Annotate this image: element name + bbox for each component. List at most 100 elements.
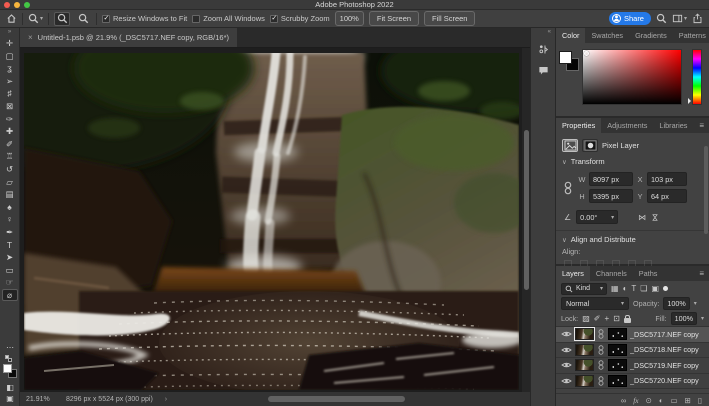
lock-all-icon[interactable] <box>624 318 631 323</box>
filter-pixel-layers-icon[interactable]: ▦ <box>611 285 619 293</box>
tab-paths[interactable]: Paths <box>633 266 664 281</box>
layer-mask-link-icon[interactable] <box>597 359 605 371</box>
layer-style-fx-icon[interactable]: fx <box>633 396 638 405</box>
document-tab[interactable]: × Untitled-1.psb @ 21.9% (_DSC5717.NEF c… <box>20 28 237 47</box>
eraser-tool[interactable]: ▱ <box>2 176 18 189</box>
x-field[interactable]: 103 px <box>647 172 687 186</box>
fit-screen-button[interactable]: Fit Screen <box>369 11 419 26</box>
dodge-tool[interactable]: ♀ <box>2 213 18 226</box>
layer-mask-link-icon[interactable] <box>597 328 605 340</box>
brush-tool[interactable]: ✐ <box>2 138 18 151</box>
filter-toggle-icon[interactable] <box>663 286 668 291</box>
zoom-tool-preset[interactable]: ▾ <box>28 13 43 24</box>
fill-field[interactable]: 100% <box>671 312 697 325</box>
layer-mask-thumbnail[interactable] <box>608 375 627 387</box>
collapse-caret-icon[interactable]: ∨ <box>562 158 567 166</box>
zoom-tool[interactable]: ⌀ <box>2 289 18 302</box>
layer-name[interactable]: _DSC5717.NEF copy <box>630 330 699 339</box>
tab-channels[interactable]: Channels <box>590 266 633 281</box>
zoom-all-windows-checkbox[interactable]: Zoom All Windows <box>192 14 265 23</box>
crop-tool[interactable]: ♯ <box>2 87 18 100</box>
lock-artboard-icon[interactable]: ⊡ <box>613 315 620 323</box>
layer-row[interactable]: _DSC5718.NEF copy <box>556 343 709 359</box>
opacity-field[interactable]: 100% <box>663 297 689 310</box>
zoom-level-field[interactable]: 100% <box>335 11 364 26</box>
chevron-down-icon[interactable]: ▾ <box>701 315 704 322</box>
new-layer-icon[interactable]: ⊞ <box>685 396 691 405</box>
lock-paint-icon[interactable]: ✐ <box>594 315 601 323</box>
adjustment-layer-icon[interactable]: ◐ <box>659 396 664 405</box>
eyedropper-tool[interactable]: ✑ <box>2 113 18 126</box>
panel-menu-icon[interactable]: ≡ <box>694 118 709 133</box>
pen-tool[interactable]: ✒ <box>2 226 18 239</box>
screen-mode-icon[interactable]: ▣ <box>0 393 20 404</box>
foreground-color-swatch[interactable] <box>559 51 572 64</box>
object-selection-tool[interactable]: ➢ <box>2 75 18 88</box>
checkbox-checked-icon[interactable] <box>270 15 278 23</box>
path-selection-tool[interactable]: ➤ <box>2 251 18 264</box>
layer-row[interactable]: _DSC5717.NEF copy <box>556 327 709 343</box>
quick-mask-icon[interactable]: ◧ <box>0 382 20 393</box>
healing-brush-tool[interactable]: ✚ <box>2 125 18 138</box>
zoom-in-button[interactable] <box>54 12 70 26</box>
layer-mask-thumbnail[interactable] <box>608 328 627 340</box>
blend-mode-dropdown[interactable]: Normal ▾ <box>561 297 629 310</box>
foreground-color-swatch[interactable] <box>3 364 12 373</box>
pixel-layer-icon[interactable] <box>562 139 578 152</box>
tab-close-icon[interactable]: × <box>28 33 33 42</box>
new-group-icon[interactable]: ▭ <box>670 396 677 405</box>
checkbox-checked-icon[interactable] <box>102 15 110 23</box>
type-tool[interactable]: T <box>2 239 18 252</box>
resize-windows-checkbox[interactable]: Resize Windows to Fit <box>102 14 187 23</box>
flip-vertical-icon[interactable]: ⋈ <box>651 213 660 221</box>
panel-menu-icon[interactable]: ≡ <box>694 266 709 281</box>
toolbar-expand-icon[interactable]: » <box>0 28 19 37</box>
layer-row[interactable]: _DSC5720.NEF copy <box>556 374 709 390</box>
tab-patterns[interactable]: Patterns <box>673 28 709 43</box>
layer-name[interactable]: _DSC5720.NEF copy <box>630 376 699 385</box>
tab-swatches[interactable]: Swatches <box>585 28 629 43</box>
search-icon[interactable] <box>656 13 667 24</box>
layer-name[interactable]: _DSC5718.NEF copy <box>630 345 699 354</box>
share-button[interactable]: Share <box>609 12 651 25</box>
tab-libraries[interactable]: Libraries <box>653 118 693 133</box>
rectangle-tool[interactable]: ▭ <box>2 264 18 277</box>
zoom-out-button[interactable] <box>75 12 91 26</box>
layer-name[interactable]: _DSC5719.NEF copy <box>630 361 699 370</box>
chevron-down-icon[interactable]: ▾ <box>694 300 697 307</box>
hue-slider[interactable] <box>692 49 702 105</box>
layer-thumbnail[interactable] <box>575 359 594 371</box>
horizontal-scrollbar-thumb[interactable] <box>268 396 405 402</box>
tab-adjustments[interactable]: Adjustments <box>601 118 653 133</box>
dock-collapse-icon[interactable]: « <box>531 28 555 36</box>
scrubby-zoom-checkbox[interactable]: Scrubby Zoom <box>270 14 330 23</box>
link-dimensions-icon[interactable] <box>562 181 574 195</box>
status-chevron-icon[interactable]: › <box>165 396 167 403</box>
layer-thumbnail[interactable] <box>575 344 594 356</box>
link-layers-icon[interactable]: ∞ <box>621 396 626 405</box>
lasso-tool[interactable]: ʓ <box>2 62 18 75</box>
height-field[interactable]: 5395 px <box>589 189 633 203</box>
lock-position-icon[interactable]: + <box>604 315 609 323</box>
clone-stamp-tool[interactable]: ♖ <box>2 150 18 163</box>
filter-shape-layers-icon[interactable]: ❏ <box>640 285 647 293</box>
layer-visibility-eye-icon[interactable] <box>560 346 572 354</box>
filter-smart-objects-icon[interactable]: ▣ <box>651 285 659 293</box>
layer-visibility-eye-icon[interactable] <box>560 361 572 369</box>
edit-toolbar-icon[interactable]: ⋯ <box>0 343 20 353</box>
status-zoom-field[interactable]: 21.91% <box>26 396 58 403</box>
fill-screen-button[interactable]: Fill Screen <box>424 11 475 26</box>
frame-tool[interactable]: ⊠ <box>2 100 18 113</box>
layer-mask-link-icon[interactable] <box>597 344 605 356</box>
canvas-area[interactable] <box>20 48 530 392</box>
canvas-image[interactable] <box>24 53 519 390</box>
hand-tool[interactable]: ☞ <box>2 276 18 289</box>
tab-gradients[interactable]: Gradients <box>629 28 673 43</box>
color-panel-swatches[interactable] <box>559 51 581 75</box>
color-picker-cursor[interactable] <box>584 51 589 56</box>
width-field[interactable]: 8097 px <box>589 172 633 186</box>
filter-adjustment-layers-icon[interactable]: ◐ <box>623 285 628 293</box>
layer-mask-link-icon[interactable] <box>597 375 605 387</box>
checkbox-unchecked-icon[interactable] <box>192 15 200 23</box>
delete-layer-icon[interactable]: ▯ <box>698 396 702 405</box>
